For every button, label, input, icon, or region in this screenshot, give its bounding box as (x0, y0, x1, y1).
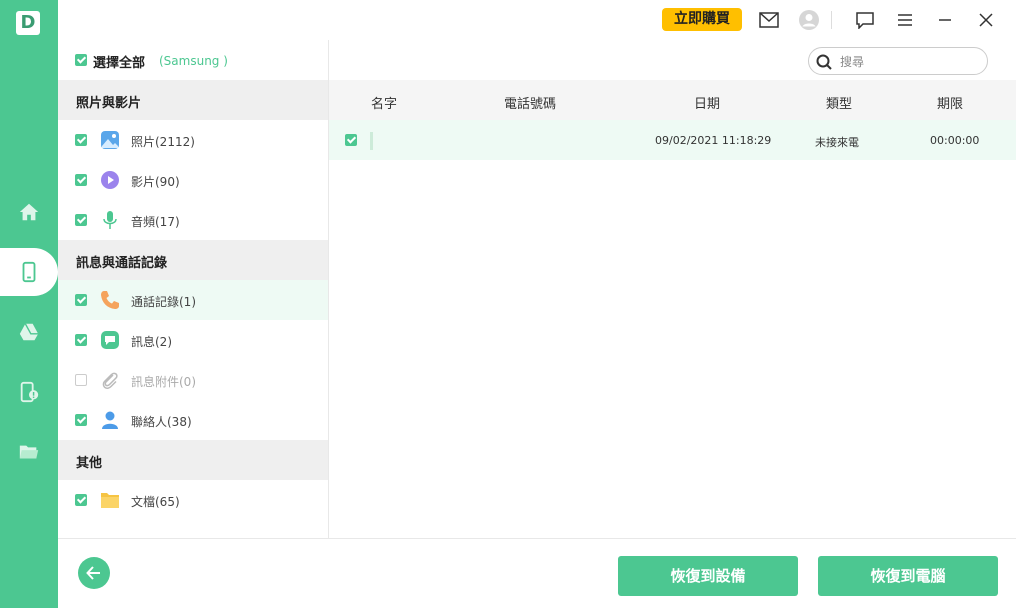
minimize-icon (939, 19, 951, 21)
category-label: 訊息附件(0) (131, 375, 196, 389)
app-window: D 立即購買 選擇全部 (Samsung) 照片與影片 照片(2112) 影片… (0, 0, 1016, 608)
category-item-videos[interactable]: 影片(90) (58, 160, 328, 200)
call-log-list: 名字 電話號碼 日期 類型 期限 09/02/2021 11:18:29 未接來… (329, 40, 1016, 538)
search-icon (816, 54, 832, 70)
close-button[interactable] (974, 8, 998, 32)
attachment-icon (102, 372, 118, 389)
close-icon (979, 13, 993, 27)
drive-icon (19, 323, 39, 341)
phone-alert-icon (20, 381, 39, 403)
row-checkbox[interactable] (345, 134, 357, 146)
arrow-left-icon (86, 566, 100, 580)
phone-icon (22, 261, 36, 283)
select-all-row[interactable]: 選擇全部 (Samsung ) (58, 40, 329, 80)
toolbar-divider (831, 11, 832, 29)
column-header-phone[interactable]: 電話號碼 (504, 93, 556, 112)
feedback-button[interactable] (853, 8, 877, 32)
document-folder-icon (101, 493, 119, 508)
rail-drive-button[interactable] (0, 308, 58, 356)
cell-type: 未接來電 (815, 136, 859, 149)
rail-home-button[interactable] (0, 188, 58, 236)
category-checkbox[interactable] (75, 134, 87, 146)
category-checkbox[interactable] (75, 174, 87, 186)
category-label: 文檔(65) (131, 495, 180, 509)
photo-icon (101, 131, 119, 149)
column-header-date[interactable]: 日期 (694, 93, 720, 112)
user-avatar-icon (799, 10, 819, 30)
category-item-audio[interactable]: 音頻(17) (58, 200, 328, 240)
cell-date: 09/02/2021 11:18:29 (655, 134, 772, 147)
chat-bubble-icon (856, 12, 874, 29)
search-input[interactable] (840, 53, 980, 71)
category-checkbox[interactable] (75, 334, 87, 346)
category-panel: 選擇全部 (Samsung ) 照片與影片 照片(2112) 影片(90) 音頻… (58, 40, 329, 538)
restore-to-computer-button[interactable]: 恢復到電腦 (818, 556, 998, 596)
app-logo: D (16, 11, 40, 35)
category-item-messages[interactable]: 訊息(2) (58, 320, 328, 360)
category-checkbox[interactable] (75, 494, 87, 506)
contact-icon (102, 411, 118, 429)
account-button[interactable] (797, 8, 821, 32)
column-header-name[interactable]: 名字 (371, 93, 397, 112)
footer-bar: 恢復到設備 恢復到電腦 (58, 538, 1016, 608)
restore-to-device-button[interactable]: 恢復到設備 (618, 556, 798, 596)
folder-icon (19, 445, 39, 459)
table-header: 名字 電話號碼 日期 類型 期限 (329, 80, 1016, 120)
mail-button[interactable] (757, 8, 781, 32)
category-item-documents[interactable]: 文檔(65) (58, 480, 328, 520)
search-box[interactable] (808, 47, 988, 75)
table-row[interactable]: 09/02/2021 11:18:29 未接來電 00:00:00 (329, 120, 1016, 160)
rail-phone-repair-button[interactable] (0, 368, 58, 416)
category-checkbox[interactable] (75, 294, 87, 306)
category-item-contacts[interactable]: 聯絡人(38) (58, 400, 328, 440)
category-label: 照片(2112) (131, 135, 195, 149)
cell-duration: 00:00:00 (930, 134, 980, 147)
category-checkbox[interactable] (75, 214, 87, 226)
row-name-placeholder (370, 132, 373, 150)
hamburger-menu-icon (898, 14, 912, 26)
group-title: 訊息與通話記錄 (76, 256, 168, 271)
group-title: 其他 (76, 456, 103, 471)
category-item-call-logs[interactable]: 通話記錄(1) (58, 280, 328, 320)
rail-files-button[interactable] (0, 428, 58, 476)
category-label: 聯絡人(38) (131, 415, 192, 429)
microphone-icon (103, 211, 117, 229)
left-rail: D (0, 0, 58, 608)
rail-device-button[interactable] (0, 248, 58, 296)
buy-now-button[interactable]: 立即購買 (662, 8, 742, 31)
group-title: 照片與影片 (76, 96, 142, 111)
call-icon (101, 291, 119, 309)
category-checkbox[interactable] (75, 414, 87, 426)
column-header-duration[interactable]: 期限 (937, 93, 963, 112)
menu-button[interactable] (893, 8, 917, 32)
category-item-attachments[interactable]: 訊息附件(0) (58, 360, 328, 400)
top-bar: 立即購買 (58, 0, 1016, 40)
category-checkbox[interactable] (75, 374, 87, 386)
category-label: 音頻(17) (131, 215, 180, 229)
home-icon (19, 203, 39, 221)
category-label: 通話記錄(1) (131, 295, 196, 309)
back-button[interactable] (78, 557, 110, 589)
category-item-photos[interactable]: 照片(2112) (58, 120, 328, 160)
select-all-label: 選擇全部 (93, 56, 146, 71)
group-header-messages-calls: 訊息與通話記錄 (58, 240, 328, 280)
category-label: 影片(90) (131, 175, 180, 189)
column-header-type[interactable]: 類型 (826, 93, 852, 112)
device-name: (Samsung ) (159, 54, 228, 68)
minimize-button[interactable] (933, 8, 957, 32)
category-label: 訊息(2) (131, 335, 172, 349)
select-all-checkbox[interactable] (75, 54, 87, 66)
group-header-other: 其他 (58, 440, 328, 480)
group-header-photos-videos: 照片與影片 (58, 80, 328, 120)
message-icon (101, 331, 119, 349)
mail-icon (759, 12, 779, 28)
video-icon (101, 171, 119, 189)
